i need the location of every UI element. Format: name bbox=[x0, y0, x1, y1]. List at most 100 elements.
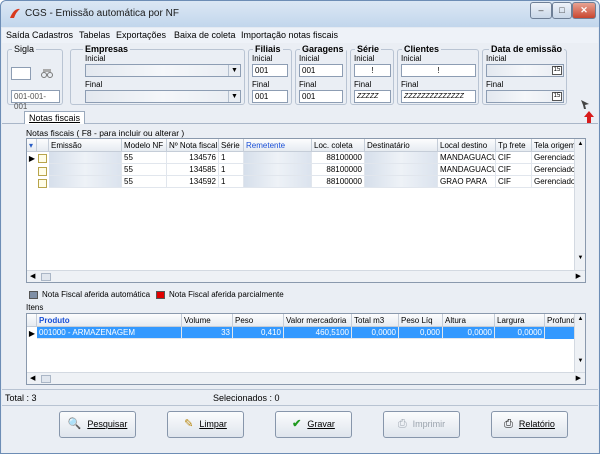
col-volume[interactable]: Volume bbox=[182, 314, 233, 327]
scroll-up-icon[interactable]: ▲ bbox=[575, 141, 585, 147]
data-final-input[interactable]: 15 bbox=[486, 90, 564, 103]
tab-notas-fiscais[interactable]: Notas fiscais bbox=[24, 111, 86, 124]
col-peso[interactable]: Peso bbox=[233, 314, 284, 327]
empresa-inicial-select[interactable]: ▼ bbox=[85, 64, 241, 77]
cell-tela-origem: Gerenciador de s bbox=[532, 176, 576, 188]
items-horizontal-scrollbar[interactable]: ◀ ▶ bbox=[27, 372, 585, 384]
garagem-final-input[interactable]: 001 bbox=[299, 90, 343, 103]
menu-importacao[interactable]: Importação notas fiscais bbox=[241, 30, 338, 40]
col-numero[interactable]: Nº Nota fiscal bbox=[167, 139, 219, 152]
red-up-arrow-icon[interactable] bbox=[584, 111, 594, 123]
cell-remetente bbox=[244, 176, 312, 188]
menu-saida[interactable]: Saída bbox=[6, 30, 30, 40]
clientes-group: Clientes Inicial ! Final ZZZZZZZZZZZZZZ bbox=[397, 44, 479, 105]
col-remetente[interactable]: Remetente bbox=[244, 139, 312, 152]
relatorio-button[interactable]: ⎙ Relatório bbox=[491, 411, 568, 438]
col-loc-coleta[interactable]: Loc. coleta bbox=[312, 139, 365, 152]
serie-final-input[interactable]: ZZZZZ bbox=[354, 90, 391, 103]
serie-final-label: Final bbox=[354, 80, 372, 89]
scroll-up-icon[interactable]: ▲ bbox=[575, 316, 585, 322]
col-profundidade[interactable]: Profundi bbox=[545, 314, 575, 327]
col-modelo[interactable]: Modelo NF bbox=[122, 139, 167, 152]
serie-inicial-label: Inicial bbox=[354, 54, 375, 63]
row-checkbox[interactable] bbox=[38, 179, 47, 188]
filial-inicial-input[interactable]: 001 bbox=[252, 64, 288, 77]
dropdown-arrow-icon[interactable]: ▼ bbox=[228, 91, 240, 102]
nf-grid[interactable]: ▾ Emissão Modelo NF Nº Nota fiscal Série… bbox=[26, 138, 586, 283]
grid-indicator-header[interactable]: ▾ bbox=[27, 139, 37, 152]
data-emissao-group: Data de emissão Inicial 15 Final 15 bbox=[482, 44, 567, 105]
sigla-final-input[interactable]: 001-001-001 bbox=[11, 90, 60, 111]
garagem-inicial-input[interactable]: 001 bbox=[299, 64, 343, 77]
nf-horizontal-scrollbar[interactable]: ◀ ▶ bbox=[27, 270, 585, 282]
cell-destinatario bbox=[365, 152, 438, 164]
row-checkbox[interactable] bbox=[38, 154, 47, 163]
menu-baixa-coleta[interactable]: Baixa de coleta bbox=[174, 30, 236, 40]
cliente-final-input[interactable]: ZZZZZZZZZZZZZZ bbox=[401, 90, 476, 103]
calendar-icon[interactable]: 15 bbox=[552, 92, 562, 101]
cell-valor: 460,5100 bbox=[284, 327, 352, 339]
col-tela-origem[interactable]: Tela origem bbox=[532, 139, 576, 152]
scroll-right-icon[interactable]: ▶ bbox=[576, 272, 581, 280]
row-checkbox[interactable] bbox=[38, 167, 47, 176]
serie-inicial-input[interactable]: ! bbox=[354, 64, 391, 77]
cell-peso-liq: 0,000 bbox=[399, 327, 443, 339]
close-button[interactable]: ✕ bbox=[572, 2, 596, 19]
col-destinatario[interactable]: Destinatário bbox=[365, 139, 438, 152]
sigla-inicial-input[interactable] bbox=[11, 67, 31, 80]
col-peso-liq[interactable]: Peso Líq bbox=[399, 314, 443, 327]
binoculars-icon[interactable] bbox=[41, 68, 53, 79]
filiais-group: Filiais Inicial 001 Final 001 bbox=[248, 44, 292, 105]
status-divider bbox=[2, 389, 598, 390]
menu-cadastros[interactable]: Cadastros bbox=[32, 30, 73, 40]
scroll-left-icon[interactable]: ◀ bbox=[30, 374, 35, 382]
items-vertical-scrollbar[interactable]: ▲ ▼ bbox=[574, 314, 585, 372]
nf-vertical-scrollbar[interactable]: ▲ ▼ bbox=[574, 139, 585, 270]
dropdown-arrow-icon[interactable]: ▼ bbox=[228, 65, 240, 76]
cliente-inicial-input[interactable]: ! bbox=[401, 64, 476, 77]
minimize-button[interactable]: – bbox=[530, 2, 552, 19]
garagens-inicial-label: Inicial bbox=[299, 54, 320, 63]
cell-modelo: 55 bbox=[122, 152, 167, 164]
cell-numero: 134576 bbox=[167, 152, 219, 164]
maximize-button[interactable]: □ bbox=[552, 2, 572, 19]
col-serie[interactable]: Série bbox=[219, 139, 244, 152]
scroll-thumb[interactable] bbox=[41, 273, 51, 281]
col-altura[interactable]: Altura bbox=[443, 314, 495, 327]
pesquisar-button[interactable]: 🔍 Pesquisar bbox=[59, 411, 136, 438]
col-total-m3[interactable]: Total m3 bbox=[352, 314, 399, 327]
items-grid[interactable]: Produto Volume Peso Valor mercadoria Tot… bbox=[26, 313, 586, 385]
cell-destinatario bbox=[365, 164, 438, 176]
data-inicial-label: Inicial bbox=[486, 54, 507, 63]
calendar-icon[interactable]: 15 bbox=[552, 66, 562, 75]
scroll-left-icon[interactable]: ◀ bbox=[30, 272, 35, 280]
scroll-right-icon[interactable]: ▶ bbox=[576, 374, 581, 382]
gravar-button[interactable]: ✔ Gravar bbox=[275, 411, 352, 438]
col-tp-frete[interactable]: Tp frete bbox=[496, 139, 532, 152]
menu-tabelas[interactable]: Tabelas bbox=[79, 30, 110, 40]
imprimir-button[interactable]: ⎙ Imprimir bbox=[383, 411, 460, 438]
col-produto[interactable]: Produto bbox=[37, 314, 182, 327]
filial-final-input[interactable]: 001 bbox=[252, 90, 288, 103]
cell-tp-frete: CIF bbox=[496, 164, 532, 176]
col-valor[interactable]: Valor mercadoria bbox=[284, 314, 352, 327]
col-largura[interactable]: Largura bbox=[495, 314, 545, 327]
data-emissao-title: Data de emissão bbox=[489, 44, 565, 54]
limpar-button[interactable]: ✎ Limpar bbox=[167, 411, 244, 438]
menu-exportacoes[interactable]: Exportações bbox=[116, 30, 166, 40]
scroll-down-icon[interactable]: ▼ bbox=[575, 358, 585, 364]
col-emissao[interactable]: Emissão bbox=[49, 139, 122, 152]
cell-local-destino: MANDAGUACU bbox=[438, 164, 496, 176]
scroll-down-icon[interactable]: ▼ bbox=[575, 255, 585, 261]
itens-label: Itens bbox=[26, 303, 44, 312]
garagens-final-label: Final bbox=[299, 80, 317, 89]
cell-serie: 1 bbox=[219, 176, 244, 188]
scroll-thumb[interactable] bbox=[41, 375, 51, 383]
cell-tela-origem: Gerenciador de s bbox=[532, 164, 576, 176]
filter-icon[interactable] bbox=[579, 98, 591, 110]
printer-icon: ⎙ bbox=[397, 418, 407, 430]
empresa-final-select[interactable]: ▼ bbox=[85, 90, 241, 103]
col-local-destino[interactable]: Local destino bbox=[438, 139, 496, 152]
data-inicial-input[interactable]: 15 bbox=[486, 64, 564, 77]
pesquisar-label: Pesquisar bbox=[87, 419, 128, 429]
